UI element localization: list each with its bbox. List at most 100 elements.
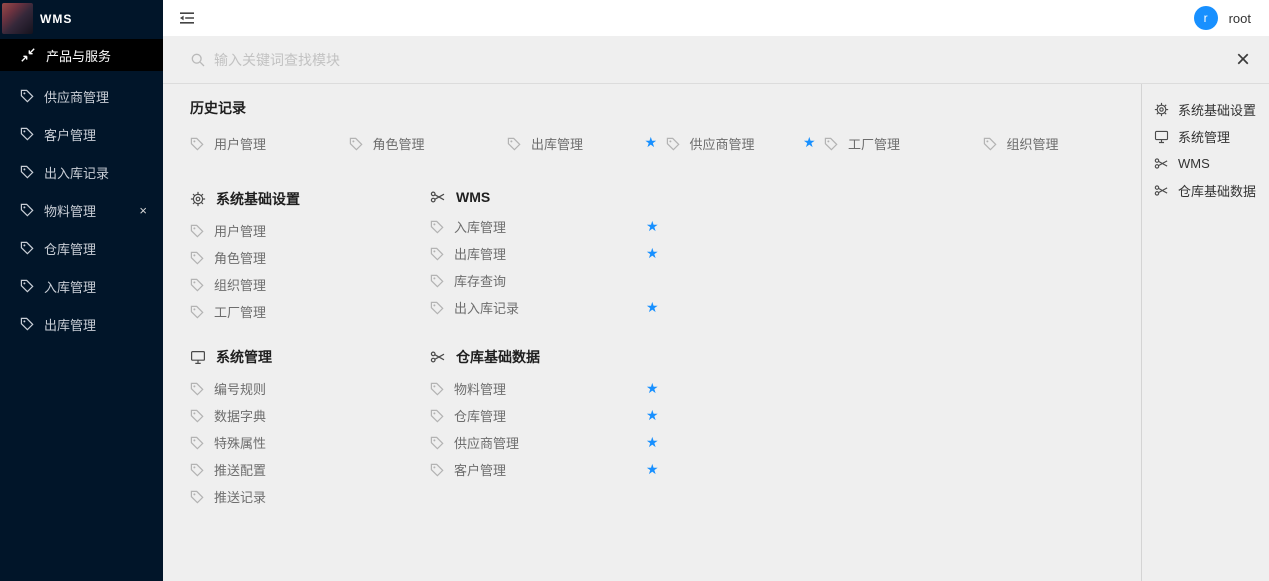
module-item[interactable]: 用户管理 [190,217,435,244]
favorite-star-icon[interactable]: ★ [646,408,659,422]
module-item[interactable]: 角色管理 [190,244,435,271]
tag-icon [666,137,680,151]
search-icon [190,52,205,67]
scissors-icon [430,189,446,205]
quick-nav-label: WMS [1178,156,1210,171]
topbar: r root [163,0,1269,36]
history-item[interactable]: ★ 工厂管理 [824,134,983,153]
close-overlay-icon[interactable]: × [1232,50,1254,70]
module-item[interactable]: 出库管理 ★ [430,240,675,267]
section-wms: WMS 入库管理 ★ 出库管理 ★ [430,189,1141,325]
module-item[interactable]: 数据字典 [190,402,435,429]
tag-icon [20,317,34,331]
module-search-input[interactable] [214,52,1223,68]
section-system-mgmt: 系统管理 编号规则 数据字典 特殊属性 [190,347,430,510]
module-item-label: 用户管理 [214,221,266,240]
favorite-star-icon[interactable]: ★ [646,462,659,476]
module-item[interactable]: 供应商管理 ★ [430,429,675,456]
section-warehouse-base-data: 仓库基础数据 物料管理 ★ 仓库管理 ★ [430,347,1141,510]
quick-nav-label: 系统管理 [1178,127,1230,146]
module-item-label: 入库管理 [454,217,506,236]
module-item[interactable]: 仓库管理 ★ [430,402,675,429]
sidebar-item-warehouse-mgmt[interactable]: 仓库管理 [0,229,163,267]
sidebar-item-inbound-mgmt[interactable]: 入库管理 [0,267,163,305]
module-content: 历史记录 用户管理 角色管理 出库管理 ★ [163,84,1141,581]
sidebar-item-inout-records[interactable]: 出入库记录 [0,153,163,191]
quick-nav-item[interactable]: 系统管理 [1154,123,1269,150]
module-item[interactable]: 出入库记录 ★ [430,294,675,321]
tag-icon [349,137,363,151]
tag-icon [20,241,34,255]
tag-icon [20,165,34,179]
module-item-label: 编号规则 [214,379,266,398]
module-item[interactable]: 库存查询 [430,267,675,294]
section-title: 仓库基础数据 [456,347,540,367]
quick-nav-item[interactable]: WMS [1154,150,1269,177]
module-item[interactable]: 客户管理 ★ [430,456,675,483]
module-item-label: 出库管理 [454,244,506,263]
favorite-star-icon[interactable]: ★ [646,219,659,233]
sidebar-item-label: 出入库记录 [44,163,109,182]
scissors-icon [430,349,446,365]
history-item[interactable]: 组织管理 [983,134,1142,153]
sidebar-item-supplier-mgmt[interactable]: 供应商管理 [0,77,163,115]
tag-icon [824,137,838,151]
module-item-label: 角色管理 [214,248,266,267]
module-item[interactable]: 组织管理 [190,271,435,298]
tag-icon [430,247,444,261]
history-item-label: 工厂管理 [848,134,900,153]
section-title: 系统基础设置 [216,189,300,209]
history-item[interactable]: 角色管理 [349,134,508,153]
history-row: 用户管理 角色管理 出库管理 ★ 供应商管理 [190,134,1141,153]
menu-fold-icon[interactable] [178,11,196,25]
main-area: r root × 历史记录 用户管理 角色管理 [163,0,1269,581]
sidebar-item-label: 产品与服务 [46,46,111,65]
tag-icon [190,490,204,504]
monitor-icon [1154,129,1169,144]
sidebar-item-label: 仓库管理 [44,239,96,258]
history-item-label: 出库管理 [531,134,583,153]
tag-icon [430,436,444,450]
scissors-icon [1154,183,1169,198]
history-item[interactable]: 用户管理 [190,134,349,153]
sidebar-item-label: 出库管理 [44,315,96,334]
history-item-label: 用户管理 [214,134,266,153]
module-item-label: 库存查询 [454,271,506,290]
history-title: 历史记录 [190,98,1141,118]
history-item[interactable]: 出库管理 [507,134,666,153]
module-item[interactable]: 物料管理 ★ [430,375,675,402]
favorite-star-icon[interactable]: ★ [645,135,658,149]
favorite-star-icon[interactable]: ★ [646,246,659,260]
tag-icon [430,274,444,288]
monitor-icon [190,349,206,365]
topbar-user[interactable]: r root [1194,6,1251,30]
logo-row: WMS [0,0,163,37]
module-item[interactable]: 特殊属性 [190,429,435,456]
module-item[interactable]: 编号规则 [190,375,435,402]
module-item[interactable]: 推送配置 [190,456,435,483]
sidebar-item-label: 客户管理 [44,125,96,144]
quick-nav-label: 仓库基础数据 [1178,181,1256,200]
close-icon[interactable]: × [139,203,147,218]
gear-icon [190,191,206,207]
sidebar-item-customer-mgmt[interactable]: 客户管理 [0,115,163,153]
module-item[interactable]: 入库管理 ★ [430,213,675,240]
favorite-star-icon[interactable]: ★ [646,300,659,314]
module-item-label: 出入库记录 [454,298,519,317]
module-item-label: 特殊属性 [214,433,266,452]
history-item[interactable]: ★ 供应商管理 [666,134,825,153]
user-avatar[interactable]: r [1194,6,1218,30]
favorite-star-icon[interactable]: ★ [646,381,659,395]
favorite-star-icon[interactable]: ★ [803,135,816,149]
quick-nav-item[interactable]: 仓库基础数据 [1154,177,1269,204]
tag-icon [430,463,444,477]
sidebar-item-products-services[interactable]: 产品与服务 [0,39,163,71]
sidebar-item-label: 供应商管理 [44,87,109,106]
quick-nav-item[interactable]: 系统基础设置 [1154,96,1269,123]
sidebar-item-outbound-mgmt[interactable]: 出库管理 [0,305,163,343]
module-item[interactable]: 推送记录 [190,483,435,510]
favorite-star-icon[interactable]: ★ [646,435,659,449]
sidebar-item-material-mgmt[interactable]: 物料管理 × [0,191,163,229]
tag-icon [190,382,204,396]
module-item[interactable]: 工厂管理 [190,298,435,325]
